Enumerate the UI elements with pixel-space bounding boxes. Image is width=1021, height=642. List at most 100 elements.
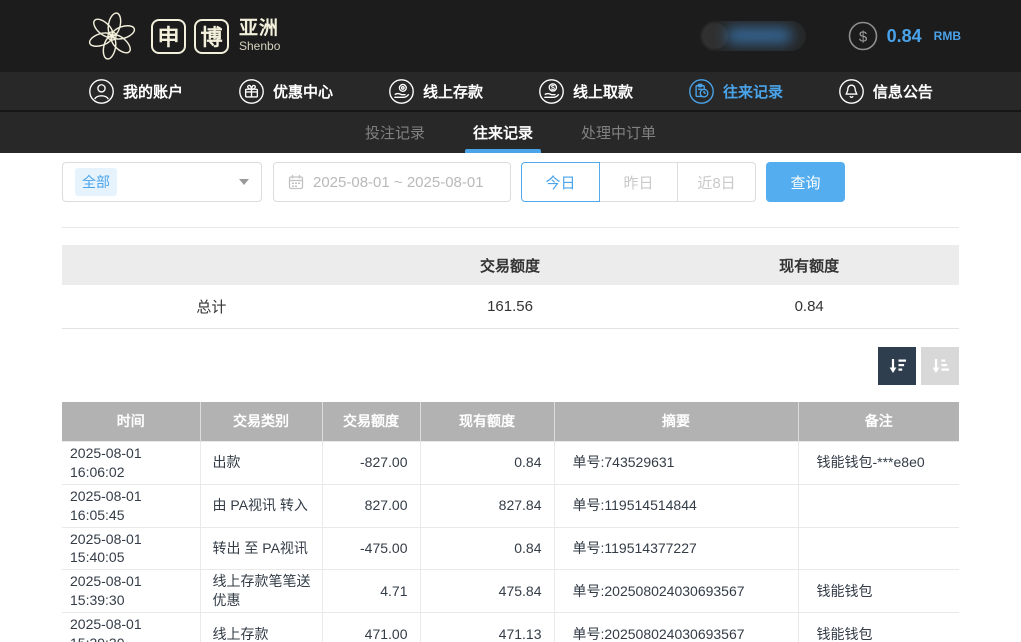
logo-char-shen: 申	[151, 19, 186, 54]
type-select[interactable]: 全部	[62, 162, 262, 202]
cell-time: 2025-08-01 16:06:02	[62, 442, 200, 485]
top-header: 申 博 亚洲 Shenbo $ 0.84 RMB	[0, 0, 1021, 72]
query-button[interactable]: 查询	[766, 162, 845, 202]
col-time: 时间	[62, 402, 200, 442]
logo-region: 亚洲	[239, 19, 280, 40]
cell-trade-amount: 827.00	[322, 484, 420, 527]
nav-item-transaction-records[interactable]: 往来记录	[688, 78, 783, 105]
cell-balance: 0.84	[420, 527, 554, 570]
nav-label: 信息公告	[873, 81, 933, 102]
tab-label: 投注记录	[365, 122, 425, 143]
sort-desc-icon	[886, 355, 908, 377]
cell-note: 钱能钱包-***e8e0	[798, 442, 959, 485]
cell-time: 2025-08-01 15:39:30	[62, 613, 200, 642]
table-row: 2025-08-01 15:40:05 转出 至 PA视讯 -475.00 0.…	[62, 527, 959, 570]
nav-item-withdraw[interactable]: $ 线上取款	[538, 78, 633, 105]
main-nav: 我的账户 优惠中心 线上存款	[0, 72, 1021, 112]
nav-item-announcements[interactable]: 信息公告	[838, 78, 933, 105]
table-row: 2025-08-01 16:05:45 由 PA视讯 转入 827.00 827…	[62, 484, 959, 527]
col-note: 备注	[798, 402, 959, 442]
table-row: 2025-08-01 15:39:30 线上存款 471.00 471.13 单…	[62, 613, 959, 642]
sort-asc-icon	[929, 355, 951, 377]
gift-icon	[238, 78, 265, 105]
blurred-username-text	[726, 28, 792, 43]
nav-item-promotions[interactable]: 优惠中心	[238, 78, 333, 105]
sort-ascending-button[interactable]	[921, 347, 959, 385]
divider	[62, 227, 959, 228]
transactions-table: 时间 交易类别 交易额度 现有额度 摘要 备注 2025-08-01 16:06…	[62, 402, 959, 642]
site-logo[interactable]: 申 博 亚洲 Shenbo	[85, 9, 280, 63]
flower-icon	[85, 9, 139, 63]
withdraw-hand-dollar-icon: $	[538, 78, 565, 105]
sort-descending-button[interactable]	[878, 347, 916, 385]
records-clipboard-clock-icon	[688, 78, 715, 105]
cell-trade-amount: 4.71	[322, 570, 420, 613]
table-row: 2025-08-01 16:06:02 出款 -827.00 0.84 单号:7…	[62, 442, 959, 485]
cell-summary: 单号:119514377227	[554, 527, 798, 570]
nav-label: 优惠中心	[273, 81, 333, 102]
cell-type: 线上存款	[200, 613, 322, 642]
date-range-input[interactable]: 2025-08-01 ~ 2025-08-01	[273, 162, 511, 202]
cell-balance: 471.13	[420, 613, 554, 642]
summary-total-balance: 0.84	[659, 285, 959, 328]
summary-header-blank	[62, 245, 361, 285]
deposit-hand-coin-icon	[388, 78, 415, 105]
cell-note	[798, 484, 959, 527]
svg-text:$: $	[858, 29, 867, 46]
nav-label: 我的账户	[123, 81, 183, 102]
chevron-down-icon	[239, 179, 249, 185]
nav-label: 线上取款	[573, 81, 633, 102]
summary-total-trade-amount: 161.56	[361, 285, 660, 328]
type-select-value: 全部	[75, 168, 117, 196]
sub-tabs: 投注记录 往来记录 处理中订单	[0, 112, 1021, 153]
summary-total-label: 总计	[62, 285, 361, 328]
logo-subtitle: Shenbo	[239, 40, 280, 53]
avatar	[702, 23, 728, 49]
nav-item-deposit[interactable]: 线上存款	[388, 78, 483, 105]
cell-trade-amount: 471.00	[322, 613, 420, 642]
cell-summary: 单号:202508024030693567	[554, 613, 798, 642]
cell-type: 转出 至 PA视讯	[200, 527, 322, 570]
logo-char-bo: 博	[194, 19, 229, 54]
summary-header-row: 交易额度 现有额度	[62, 245, 959, 285]
user-icon	[88, 78, 115, 105]
quick-date-group: 今日 昨日 近8日	[521, 162, 756, 202]
masked-username[interactable]	[700, 21, 806, 51]
table-header-row: 时间 交易类别 交易额度 现有额度 摘要 备注	[62, 402, 959, 442]
cell-balance: 0.84	[420, 442, 554, 485]
sort-controls	[62, 347, 959, 385]
cell-trade-amount: -827.00	[322, 442, 420, 485]
date-range-value: 2025-08-01 ~ 2025-08-01	[313, 174, 484, 191]
nav-item-my-account[interactable]: 我的账户	[88, 78, 183, 105]
today-button[interactable]: 今日	[521, 162, 600, 202]
col-trade-amount: 交易额度	[322, 402, 420, 442]
tab-label: 处理中订单	[581, 122, 656, 143]
cell-note: 钱能钱包	[798, 613, 959, 642]
tab-betting-records[interactable]: 投注记录	[363, 112, 427, 153]
cell-summary: 单号:202508024030693567	[554, 570, 798, 613]
cell-balance: 475.84	[420, 570, 554, 613]
content-area: 全部 2025-08-01 ~ 2025-08-01 今日 昨日	[62, 162, 959, 642]
last8days-button[interactable]: 近8日	[677, 162, 756, 202]
table-row: 2025-08-01 15:39:30 线上存款笔笔送优惠 4.71 475.8…	[62, 570, 959, 613]
summary-total-row: 总计 161.56 0.84	[62, 285, 959, 328]
cell-note: 钱能钱包	[798, 570, 959, 613]
summary-header-trade-amount: 交易额度	[361, 245, 660, 285]
svg-text:$: $	[551, 83, 555, 92]
tab-pending-orders[interactable]: 处理中订单	[579, 112, 658, 153]
balance-currency: RMB	[934, 29, 961, 43]
summary-table: 交易额度 现有额度 总计 161.56 0.84	[62, 245, 959, 329]
balance-display: $ 0.84 RMB	[848, 21, 961, 51]
cell-balance: 827.84	[420, 484, 554, 527]
dollar-circle-icon: $	[848, 21, 878, 51]
bell-icon	[838, 78, 865, 105]
yesterday-button[interactable]: 昨日	[599, 162, 678, 202]
tab-label: 往来记录	[473, 122, 533, 143]
col-balance: 现有额度	[420, 402, 554, 442]
cell-summary: 单号:743529631	[554, 442, 798, 485]
summary-header-balance: 现有额度	[659, 245, 959, 285]
cell-type: 由 PA视讯 转入	[200, 484, 322, 527]
cell-time: 2025-08-01 15:39:30	[62, 570, 200, 613]
cell-note	[798, 527, 959, 570]
tab-transaction-records[interactable]: 往来记录	[471, 112, 535, 153]
